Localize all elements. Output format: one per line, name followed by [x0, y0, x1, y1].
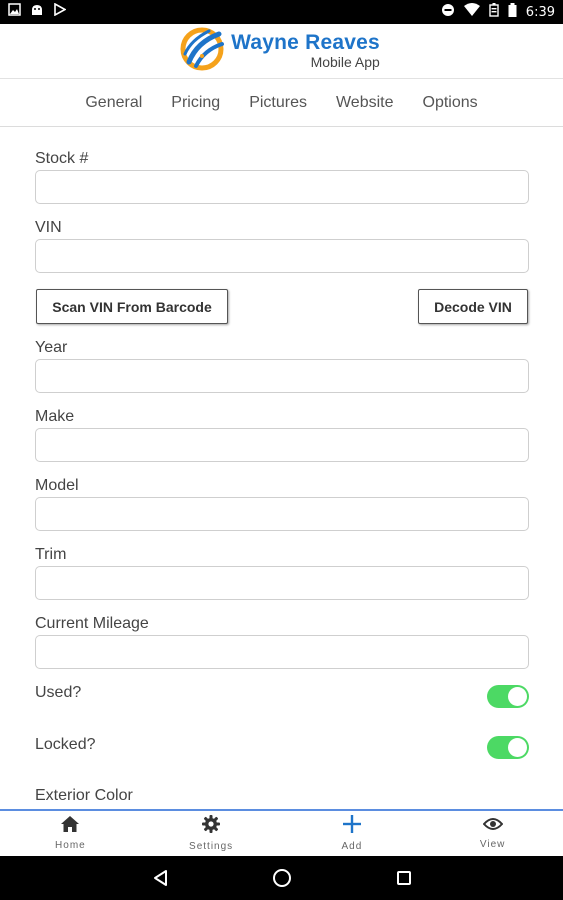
status-bar-system: 6:39 — [441, 2, 555, 22]
home-icon — [61, 816, 80, 837]
make-input[interactable] — [35, 428, 529, 462]
android-icon — [30, 3, 44, 22]
nav-home[interactable]: Home — [0, 811, 141, 856]
app-logo: Wayne Reaves Mobile App — [179, 26, 380, 77]
status-bar: 6:39 — [0, 0, 563, 24]
gallery-icon — [8, 3, 21, 21]
status-bar-notifications — [8, 2, 67, 22]
nav-view[interactable]: View — [422, 811, 563, 856]
section-tabs: General Pricing Pictures Website Options — [0, 79, 563, 127]
tab-options[interactable]: Options — [423, 94, 478, 112]
do-not-disturb-icon — [441, 3, 455, 22]
gear-icon — [202, 815, 221, 838]
wayne-reaves-logo-icon — [179, 26, 225, 77]
back-icon[interactable] — [148, 866, 172, 890]
trim-input[interactable] — [35, 566, 529, 600]
exterior-color-label: Exterior Color — [35, 787, 133, 804]
wifi-icon — [463, 3, 480, 21]
nav-settings[interactable]: Settings — [141, 811, 282, 856]
stock-input[interactable] — [35, 170, 529, 204]
locked-toggle[interactable] — [487, 736, 529, 759]
eye-icon — [482, 817, 503, 836]
trim-label: Trim — [35, 546, 67, 563]
bottom-nav: Home Settings Add View — [0, 809, 563, 856]
app-subtitle: Mobile App — [310, 54, 380, 70]
model-label: Model — [35, 477, 79, 494]
tab-pictures[interactable]: Pictures — [249, 94, 307, 112]
vin-label: VIN — [35, 219, 62, 236]
vin-input[interactable] — [35, 239, 529, 273]
nav-add[interactable]: Add — [282, 811, 423, 856]
locked-label: Locked? — [35, 736, 96, 753]
tab-pricing[interactable]: Pricing — [171, 94, 220, 112]
used-toggle-knob — [508, 687, 527, 706]
battery-saver-icon — [489, 2, 499, 22]
scan-vin-button[interactable]: Scan VIN From Barcode — [36, 289, 228, 324]
used-toggle[interactable] — [487, 685, 529, 708]
nav-view-label: View — [479, 839, 506, 850]
home-circle-icon[interactable] — [270, 866, 294, 890]
year-input[interactable] — [35, 359, 529, 393]
model-input[interactable] — [35, 497, 529, 531]
locked-toggle-knob — [508, 738, 527, 757]
mileage-label: Current Mileage — [35, 615, 149, 632]
status-time: 6:39 — [525, 4, 555, 20]
app-title: Wayne Reaves — [231, 31, 380, 54]
battery-icon — [508, 2, 517, 22]
app-header: Wayne Reaves Mobile App — [0, 24, 563, 79]
logo-text: Wayne Reaves Mobile App — [231, 31, 380, 71]
nav-home-label: Home — [55, 840, 86, 851]
used-label: Used? — [35, 684, 82, 701]
tab-website[interactable]: Website — [336, 94, 394, 112]
decode-vin-button[interactable]: Decode VIN — [418, 289, 528, 324]
plus-icon — [342, 815, 361, 838]
make-label: Make — [35, 408, 75, 425]
stock-label: Stock # — [35, 150, 89, 167]
tab-general[interactable]: General — [85, 94, 142, 112]
system-nav-bar — [0, 856, 563, 900]
play-store-icon — [53, 2, 67, 21]
nav-settings-label: Settings — [189, 841, 234, 852]
recents-icon[interactable] — [392, 866, 416, 890]
nav-add-label: Add — [341, 841, 363, 852]
mileage-input[interactable] — [35, 635, 529, 669]
year-label: Year — [35, 339, 68, 356]
